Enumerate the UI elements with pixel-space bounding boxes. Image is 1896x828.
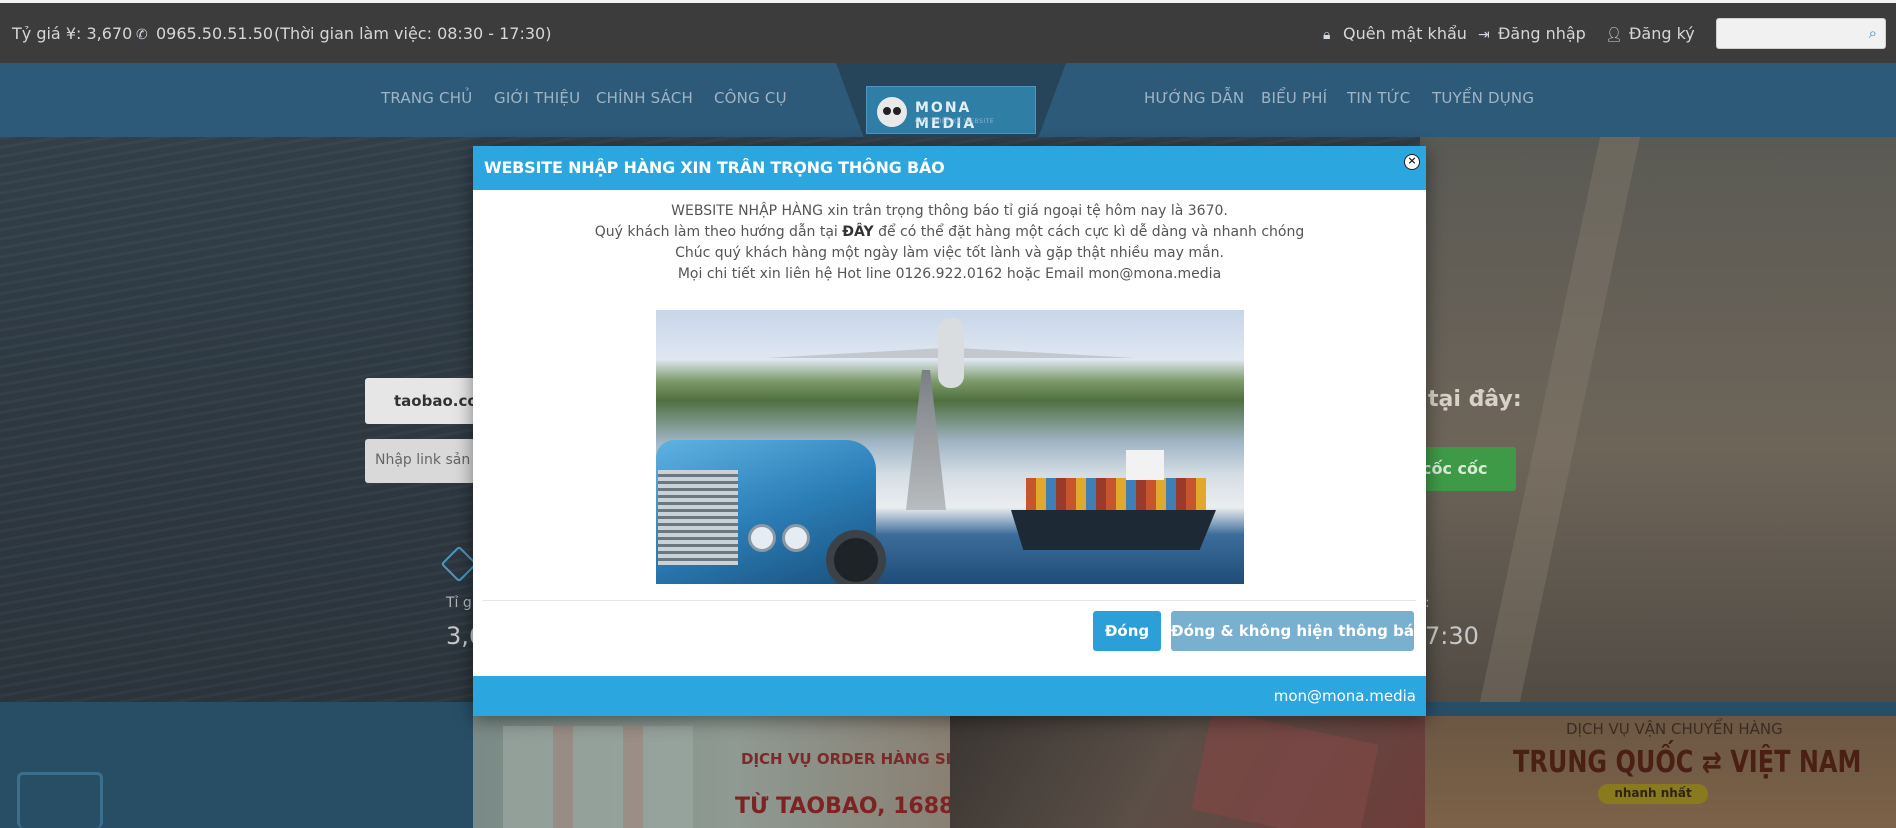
order-service-banner[interactable]: DỊCH VỤ ORDER HÀNG SIÊU RẺ TỪ TAOBAO, 16… [473,716,1001,828]
ship-deck-background [1420,137,1896,702]
cargo-containers-graphic [1026,478,1206,512]
nav-policy[interactable]: CHÍNH SÁCH [596,89,693,107]
user-plus-icon: 👤︎ [1605,27,1623,43]
close-and-hide-button[interactable]: Đóng & không hiện thông báo [1171,611,1424,651]
nav-fees[interactable]: BIỂU PHÍ [1261,89,1327,107]
headlight-graphic [782,524,810,552]
nav-tools[interactable]: CÔNG CỤ [714,89,787,107]
close-button[interactable]: Đóng [1093,611,1161,651]
banner3-badge: nhanh nhất [1598,784,1708,804]
modal-message: WEBSITE NHẬP HÀNG xin trân trọng thông b… [473,201,1426,285]
lock-icon: 🔒︎ [1323,27,1331,43]
login-label: Đăng nhập [1498,24,1586,43]
banknote-photo [1191,709,1379,828]
coccoc-extension-button[interactable]: cốc cốc [1412,447,1516,491]
site-logo[interactable]: MONA MEDIA CTY THIẾT KẾ WEBSITE [866,86,1036,134]
footer-email: mon@mona.media [1273,687,1416,705]
search-icon[interactable]: ⌕ [1869,24,1877,42]
cargo-ship-graphic [1011,510,1216,550]
nav-home[interactable]: TRANG CHỦ [381,89,472,107]
search-box: ⌕ [1716,18,1886,49]
logo-tagline: CTY THIẾT KẾ WEBSITE [915,118,995,125]
phone-icon: ✆ [136,27,148,43]
sign-in-icon: ⇥ [1478,27,1490,43]
airplane-graphic [938,318,964,388]
working-hours: (Thời gian làm việc: 08:30 - 17:30) [274,24,552,43]
forgot-password-link[interactable]: 🔒︎ Quên mật khẩu [1323,24,1467,43]
runway-graphic [906,370,946,510]
top-bar: Tỷ giá ¥: 3,670 ✆ 0965.50.51.50 (Thời gia… [0,0,1896,63]
panda-logo-icon [877,97,907,127]
modal-header: WEBSITE NHẬP HÀNG XIN TRÂN TRỌNG THÔNG B… [473,146,1426,190]
modal-divider [483,600,1416,601]
register-label: Đăng ký [1629,24,1695,43]
tab-taobao[interactable]: taobao.com [365,378,475,424]
currency-banner[interactable] [950,709,1425,828]
message-line-2-prefix: Quý khách làm theo hướng dẫn tại [594,224,843,240]
login-link[interactable]: ⇥ Đăng nhập [1478,24,1586,43]
register-link[interactable]: 👤︎ Đăng ký [1605,24,1695,43]
banner1-subtitle: TỪ TAOBAO, 1688, [735,794,963,819]
truck-icon [17,772,103,828]
nav-about[interactable]: GIỚI THIỆU [494,89,580,107]
message-line-1: WEBSITE NHẬP HÀNG xin trân trọng thông b… [671,203,1228,219]
nav-recruitment[interactable]: TUYỂN DỤNG [1432,89,1534,107]
product-link-input[interactable]: Nhập link sản phẩm [365,439,475,483]
close-icon[interactable]: × [1404,154,1420,170]
message-line-3: Chúc quý khách hàng một ngày làm việc tố… [675,245,1224,261]
ship-bridge-graphic [1126,450,1164,480]
shipping-banner[interactable]: DỊCH VỤ VẬN CHUYỂN HÀNG TRUNG QUỐC ⇄ VIỆ… [1425,716,1896,828]
exchange-rate: Tỷ giá ¥: 3,670 [12,24,133,43]
modal-footer: mon@mona.media [473,676,1426,716]
banner3-title: DỊCH VỤ VẬN CHUYỂN HÀNG [1566,720,1783,738]
search-input[interactable] [1717,19,1857,48]
banner3-main: TRUNG QUỐC ⇄ VIỆT NAM [1513,745,1862,780]
logistics-image [656,310,1244,584]
nav-guide[interactable]: HƯỚNG DẪN [1144,89,1244,107]
rate-label: Tỉ gi [446,595,476,611]
hotline-number: 0965.50.51.50 [156,24,274,43]
truck-grille-graphic [658,470,738,565]
announcement-modal: WEBSITE NHẬP HÀNG XIN TRÂN TRỌNG THÔNG B… [473,146,1426,716]
modal-title: WEBSITE NHẬP HÀNG XIN TRÂN TRỌNG THÔNG B… [484,158,945,177]
hours-value: 7:30 [1425,622,1479,650]
message-line-4: Mọi chi tiết xin liên hệ Hot line 0126.9… [677,266,1222,282]
nav-news[interactable]: TIN TỨC [1347,89,1410,107]
hero-heading: tại đây: [1428,387,1522,412]
message-line-2: Quý khách làm theo hướng dẫn tại ĐÂY để … [473,222,1426,243]
models-photo [503,726,693,828]
message-line-2-suffix: để có thể đặt hàng một cách cực kì dễ dà… [873,224,1305,240]
headlight-graphic [748,524,776,552]
hotline[interactable]: ✆ 0965.50.51.50 [136,24,273,43]
truck-wheel-graphic [826,530,886,584]
logo-name: MONA MEDIA [915,100,977,132]
guide-here-link[interactable]: ĐÂY [842,224,873,240]
forgot-password-label: Quên mật khẩu [1343,24,1467,43]
